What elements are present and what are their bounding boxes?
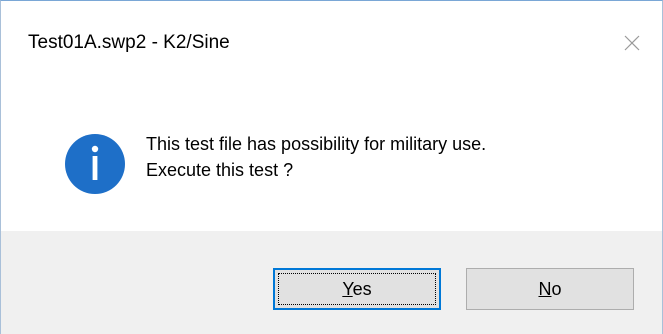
- no-accelerator: N: [538, 278, 552, 299]
- close-button[interactable]: [612, 23, 652, 63]
- yes-button-label: Yes: [342, 279, 371, 300]
- yes-label-rest: es: [352, 278, 372, 299]
- message-dialog: Test01A.swp2 - K2/Sine This test file ha…: [0, 0, 663, 334]
- title-bar[interactable]: Test01A.swp2 - K2/Sine: [1, 1, 662, 76]
- button-bar: Yes No: [1, 231, 662, 334]
- info-icon: [65, 134, 125, 194]
- dialog-content: This test file has possibility for milit…: [1, 76, 662, 231]
- message-line-2: Execute this test ?: [146, 160, 294, 180]
- message-line-1: This test file has possibility for milit…: [146, 134, 487, 154]
- no-button-label: No: [538, 279, 561, 300]
- no-label-rest: o: [551, 278, 562, 299]
- yes-button[interactable]: Yes: [273, 268, 441, 310]
- no-button[interactable]: No: [466, 268, 634, 310]
- close-icon: [624, 35, 640, 51]
- yes-accelerator: Y: [342, 278, 353, 299]
- message-text: This test file has possibility for milit…: [146, 131, 486, 183]
- window-title: Test01A.swp2 - K2/Sine: [28, 32, 230, 53]
